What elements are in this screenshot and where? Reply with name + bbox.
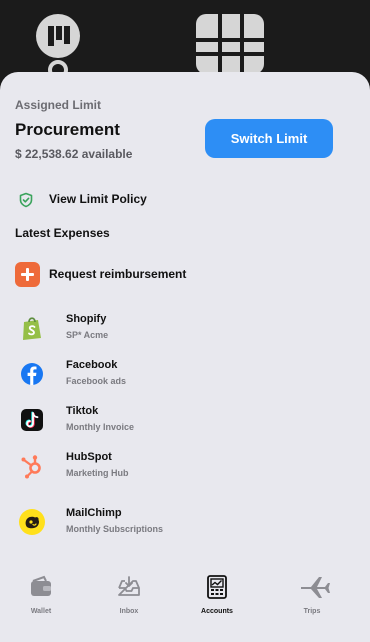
hubspot-icon (18, 452, 46, 480)
switch-limit-button[interactable]: Switch Limit (205, 119, 333, 158)
plus-icon (15, 262, 40, 287)
inbox-icon (116, 574, 142, 600)
assigned-limit-label: Assigned Limit (15, 98, 102, 112)
expense-item-hubspot[interactable]: HubSpot Marketing Hub (0, 446, 370, 486)
nav-item-wallet[interactable]: Wallet (11, 574, 71, 622)
expense-subtitle: Facebook ads (66, 376, 127, 386)
expense-item-shopify[interactable]: Shopify SP* Acme (0, 308, 370, 348)
facebook-icon (18, 360, 46, 388)
mailchimp-icon (18, 508, 46, 536)
expense-name: Tiktok (66, 405, 99, 417)
expense-name: Shopify (66, 313, 107, 325)
nav-item-trips[interactable]: Trips (282, 574, 342, 622)
nav-label: Accounts (201, 608, 233, 615)
limit-sheet: Assigned Limit Procurement $ 22,538.62 a… (0, 72, 370, 642)
expense-name: HubSpot (66, 451, 112, 463)
expense-subtitle: SP* Acme (66, 330, 109, 340)
expense-name: Facebook (66, 359, 118, 371)
expense-item-tiktok[interactable]: Tiktok Monthly Invoice (0, 400, 370, 440)
nav-label: Inbox (119, 608, 139, 615)
request-reimbursement-label: Request reimbursement (49, 267, 187, 281)
latest-expenses-label: Latest Expenses (15, 226, 110, 240)
grid-card-icon[interactable] (196, 14, 264, 74)
airplane-icon (299, 574, 330, 600)
request-reimbursement-button[interactable]: Request reimbursement (15, 262, 275, 287)
expense-item-facebook[interactable]: Facebook Facebook ads (0, 354, 370, 394)
limit-name: Procurement (15, 120, 120, 139)
trello-logo-icon[interactable] (36, 14, 80, 58)
limit-available-amount: $ 22,538.62 available (15, 147, 133, 161)
view-limit-policy-link[interactable]: View Limit Policy (18, 190, 218, 210)
expense-subtitle: Marketing Hub (66, 468, 129, 478)
wallet-icon (28, 574, 54, 600)
accounts-icon (204, 574, 230, 600)
nav-label: Trips (303, 608, 321, 615)
expense-name: MailChimp (66, 507, 122, 519)
expense-subtitle: Monthly Subscriptions (66, 524, 164, 534)
view-limit-policy-label: View Limit Policy (49, 192, 147, 206)
nav-item-accounts[interactable]: Accounts (187, 574, 247, 622)
tiktok-icon (18, 406, 46, 434)
bottom-nav: Wallet Inbox Accounts Trips (0, 570, 370, 642)
shield-check-icon (18, 192, 34, 208)
expense-subtitle: Monthly Invoice (66, 422, 135, 432)
expense-item-mailchimp[interactable]: MailChimp Monthly Subscriptions (0, 502, 370, 542)
nav-item-inbox[interactable]: Inbox (99, 574, 159, 622)
nav-label: Wallet (30, 608, 52, 615)
shopify-icon (18, 314, 46, 342)
